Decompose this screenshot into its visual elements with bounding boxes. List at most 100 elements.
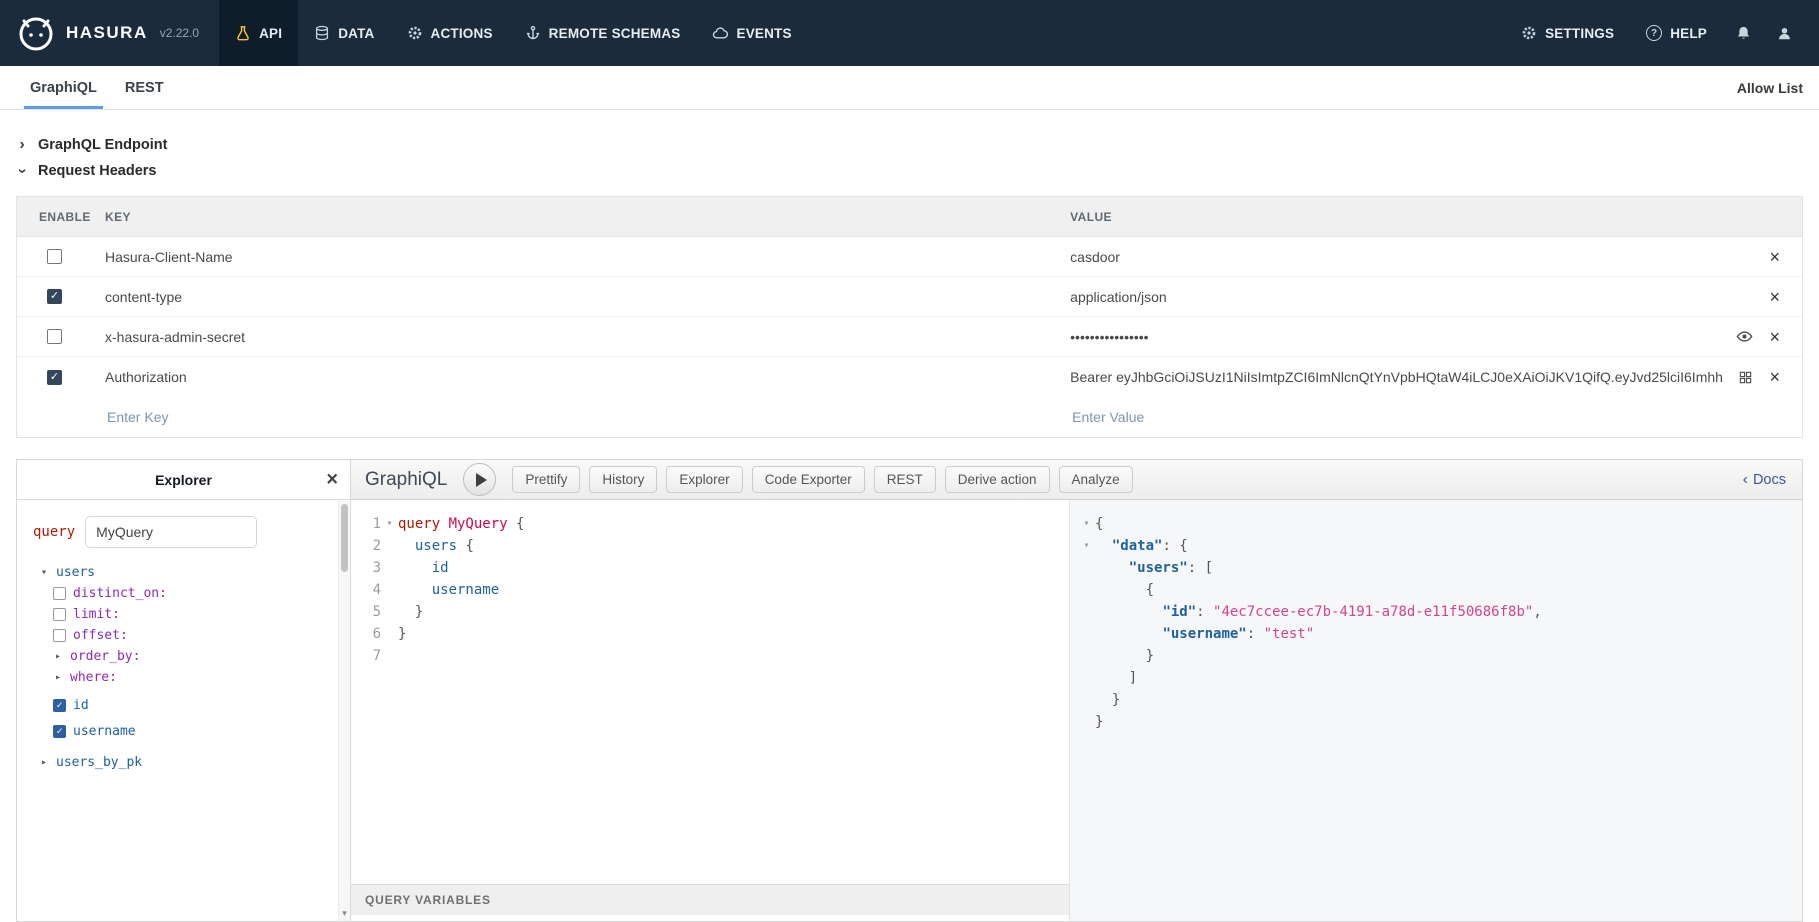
expand-arrow-icon: ▸ (39, 752, 49, 773)
expand-arrow-icon: ▾ (39, 562, 49, 583)
tab-label: GraphiQL (30, 80, 97, 96)
remove-header-icon[interactable]: × (1769, 368, 1780, 386)
header-key: Authorization (105, 369, 1070, 385)
fold-gutter (1078, 711, 1095, 733)
query-variables-bar[interactable]: QUERY VARIABLES (351, 884, 1069, 915)
nav-item-actions[interactable]: ACTIONS (391, 0, 509, 66)
header-value: •••••••••••••••• (1070, 329, 1720, 345)
version-label: v2.22.0 (160, 26, 199, 40)
explorer-panel: Explorer × query ▾ usersdistinct_on:limit… (17, 460, 351, 921)
new-header-value-input[interactable] (1070, 408, 1723, 426)
editor-line: 2 users { (351, 535, 1069, 557)
fold-gutter (1078, 557, 1095, 579)
api-tabbar: GraphiQL REST Allow List (0, 66, 1819, 110)
nav-item-remote-schemas[interactable]: REMOTE SCHEMAS (509, 0, 697, 66)
response-line: } (1078, 711, 1802, 733)
query-variables-label: QUERY VARIABLES (365, 893, 491, 907)
scrollbar-thumb[interactable] (341, 504, 348, 572)
decode-jwt-icon[interactable] (1738, 370, 1753, 385)
prettify-button[interactable]: Prettify (512, 466, 580, 493)
analyze-button[interactable]: Analyze (1059, 466, 1133, 493)
execute-query-button[interactable] (463, 463, 496, 496)
operation-name-input[interactable] (85, 516, 257, 548)
nav-item-data[interactable]: DATA (298, 0, 390, 66)
explorer-field-users_by_pk[interactable]: ▸users_by_pk (29, 752, 338, 773)
new-header-key-input[interactable] (105, 408, 993, 426)
field-checkbox[interactable]: ✓ (53, 725, 66, 738)
explorer-scrollbar[interactable]: ▾ (338, 501, 350, 921)
tab-graphiql[interactable]: GraphiQL (16, 66, 111, 109)
cloud-icon (712, 25, 728, 41)
operation-type-label: query (33, 524, 75, 540)
query-editor[interactable]: 1▾query MyQuery {2 users {3 id4 username… (351, 500, 1070, 921)
column-key: KEY (105, 210, 1070, 224)
header-enabled-checkbox[interactable]: ✓ (47, 289, 62, 304)
nav-item-settings[interactable]: SETTINGS (1505, 0, 1630, 66)
explorer-arg-distinct_on[interactable]: distinct_on: (29, 583, 338, 604)
tab-rest[interactable]: REST (111, 66, 178, 109)
nav-item-help[interactable]: ? HELP (1630, 0, 1723, 66)
explorer-field-users[interactable]: ▾ users (29, 562, 338, 583)
arg-label: order_by: (70, 646, 140, 667)
nav-item-label: API (259, 26, 282, 41)
user-menu-button[interactable] (1764, 0, 1805, 66)
explorer-arg-limit[interactable]: limit: (29, 604, 338, 625)
nav-item-events[interactable]: EVENTS (696, 0, 807, 66)
explorer-field-id[interactable]: ✓id (29, 692, 338, 718)
header-enabled-checkbox[interactable]: ✓ (47, 370, 62, 385)
request-headers-toggle[interactable]: › Request Headers (16, 158, 1803, 184)
notifications-button[interactable] (1723, 0, 1764, 66)
field-label: users (56, 562, 95, 583)
field-checkbox[interactable]: ✓ (53, 699, 66, 712)
history-button[interactable]: History (589, 466, 657, 493)
remove-header-icon[interactable]: × (1769, 288, 1780, 306)
arg-checkbox[interactable] (53, 587, 66, 600)
arg-checkbox[interactable] (53, 608, 66, 621)
chevron-right-icon: › (16, 137, 28, 153)
line-number: 2 (351, 535, 381, 557)
section-title: GraphQL Endpoint (38, 137, 167, 153)
expand-arrow-icon: ▸ (53, 646, 63, 667)
rest-button[interactable]: REST (874, 466, 936, 493)
play-icon (476, 473, 487, 487)
graphiql-title: GraphiQL (365, 469, 447, 491)
header-enabled-checkbox[interactable] (47, 249, 62, 264)
header-row: ✓AuthorizationBearer eyJhbGciOiJSUzI1NiI… (17, 357, 1802, 397)
explorer-arg-offset[interactable]: offset: (29, 625, 338, 646)
hasura-logo[interactable]: HASURA v2.22.0 (16, 0, 199, 66)
remove-header-icon[interactable]: × (1769, 328, 1780, 346)
code-exporter-button[interactable]: Code Exporter (752, 466, 865, 493)
close-explorer-icon[interactable]: × (326, 468, 338, 491)
remove-header-icon[interactable]: × (1769, 248, 1780, 266)
header-key: x-hasura-admin-secret (105, 329, 1070, 345)
explorer-arg-order_by[interactable]: ▸ order_by: (29, 646, 338, 667)
fold-arrow-icon: ▾ (381, 513, 398, 535)
editor-line: 5 } (351, 601, 1069, 623)
docs-link[interactable]: ‹ Docs (1743, 471, 1786, 489)
arg-checkbox[interactable] (53, 629, 66, 642)
header-enabled-checkbox[interactable] (47, 329, 62, 344)
database-icon (314, 25, 330, 41)
explorer-title: Explorer (155, 472, 212, 488)
scrollbar-down-arrow[interactable]: ▾ (339, 908, 350, 919)
response-line: } (1078, 689, 1802, 711)
nav-item-api[interactable]: API (219, 0, 298, 66)
fold-gutter (1078, 667, 1095, 689)
graphiql-toolbar-buttons: Prettify History Explorer Code Exporter REST… (512, 466, 1132, 493)
brand-name: HASURA (66, 23, 148, 43)
arg-label: where: (70, 667, 117, 688)
header-row: Hasura-Client-Namecasdoor× (17, 237, 1802, 277)
explorer-arg-where[interactable]: ▸where: (29, 667, 338, 688)
allow-list-link[interactable]: Allow List (1737, 80, 1803, 96)
explorer-button[interactable]: Explorer (666, 466, 742, 493)
eye-icon[interactable] (1736, 328, 1753, 345)
nav-right: SETTINGS ? HELP (1505, 0, 1819, 66)
explorer-field-username[interactable]: ✓username (29, 718, 338, 744)
help-icon: ? (1646, 25, 1662, 41)
anchor-icon (525, 25, 541, 41)
bell-icon (1735, 25, 1752, 42)
derive-action-button[interactable]: Derive action (945, 466, 1050, 493)
graphql-endpoint-toggle[interactable]: › GraphQL Endpoint (16, 132, 1803, 158)
response-line: { (1078, 579, 1802, 601)
fold-gutter (381, 579, 398, 601)
